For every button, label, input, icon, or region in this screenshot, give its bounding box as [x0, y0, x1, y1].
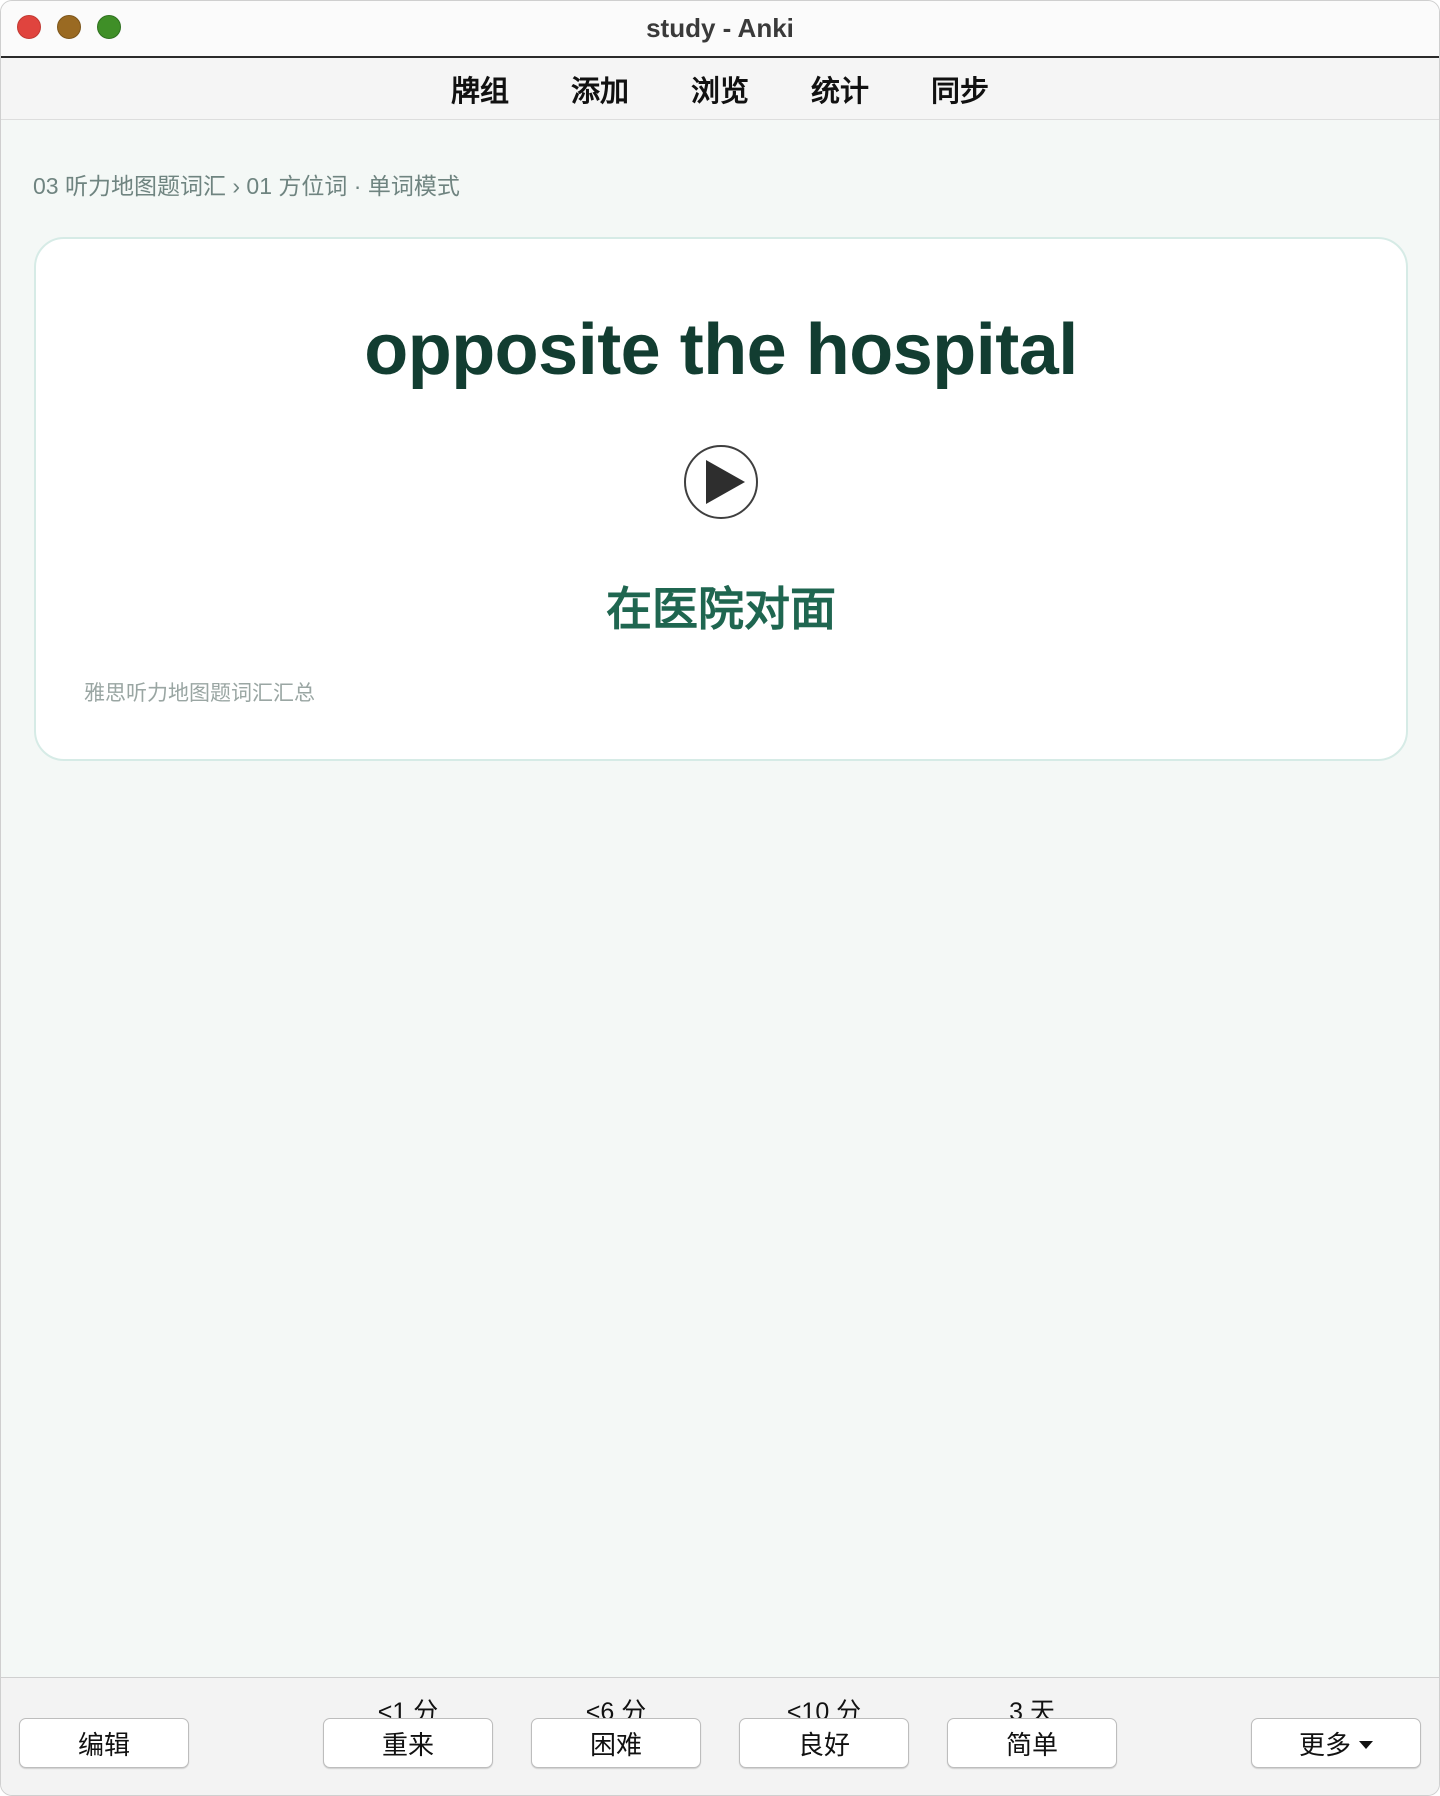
card-source: 雅思听力地图题词汇汇总	[84, 682, 315, 705]
flashcard: opposite the hospital 在医院对面 雅思听力地图题词汇汇总	[34, 237, 1408, 761]
card-meaning: 在医院对面	[606, 583, 836, 635]
toolbar-stats[interactable]: 统计	[809, 68, 871, 110]
edit-button-label: 编辑	[77, 1729, 130, 1760]
easy-button[interactable]: 简单	[947, 1718, 1117, 1768]
main-toolbar: 牌组 添加 浏览 统计 同步	[1, 58, 1439, 120]
window-title: study - Anki	[646, 13, 794, 43]
title-bar: study - Anki	[1, 1, 1439, 58]
good-button-label: 良好	[797, 1729, 850, 1760]
play-audio-button[interactable]	[684, 445, 758, 519]
card-word: opposite the hospital	[364, 310, 1078, 390]
edit-button[interactable]: 编辑	[19, 1718, 189, 1768]
more-button[interactable]: 更多	[1251, 1718, 1421, 1768]
again-button[interactable]: 重来	[323, 1718, 493, 1768]
toolbar-add[interactable]: 添加	[569, 68, 631, 110]
hard-button[interactable]: 困难	[531, 1718, 701, 1768]
toolbar-browse[interactable]: 浏览	[689, 68, 751, 110]
toolbar-decks[interactable]: 牌组	[449, 68, 511, 110]
play-icon	[706, 460, 745, 504]
hard-button-label: 困难	[589, 1729, 642, 1760]
toolbar-sync[interactable]: 同步	[929, 68, 991, 110]
good-button[interactable]: 良好	[739, 1718, 909, 1768]
chevron-down-icon	[1359, 1741, 1373, 1749]
anki-window: study - Anki 牌组 添加 浏览 统计 同步 03 听力地图题词汇 ›…	[0, 0, 1440, 1796]
more-button-label: 更多	[1298, 1729, 1351, 1760]
answer-bar: 编辑 <1 分 重来 <6 分 困难 <10 分 良好 3 天 简单 更多	[1, 1677, 1439, 1795]
breadcrumb: 03 听力地图题词汇 › 01 方位词 · 单词模式	[33, 173, 460, 199]
easy-button-label: 简单	[1005, 1729, 1058, 1760]
again-button-label: 重来	[381, 1729, 434, 1760]
